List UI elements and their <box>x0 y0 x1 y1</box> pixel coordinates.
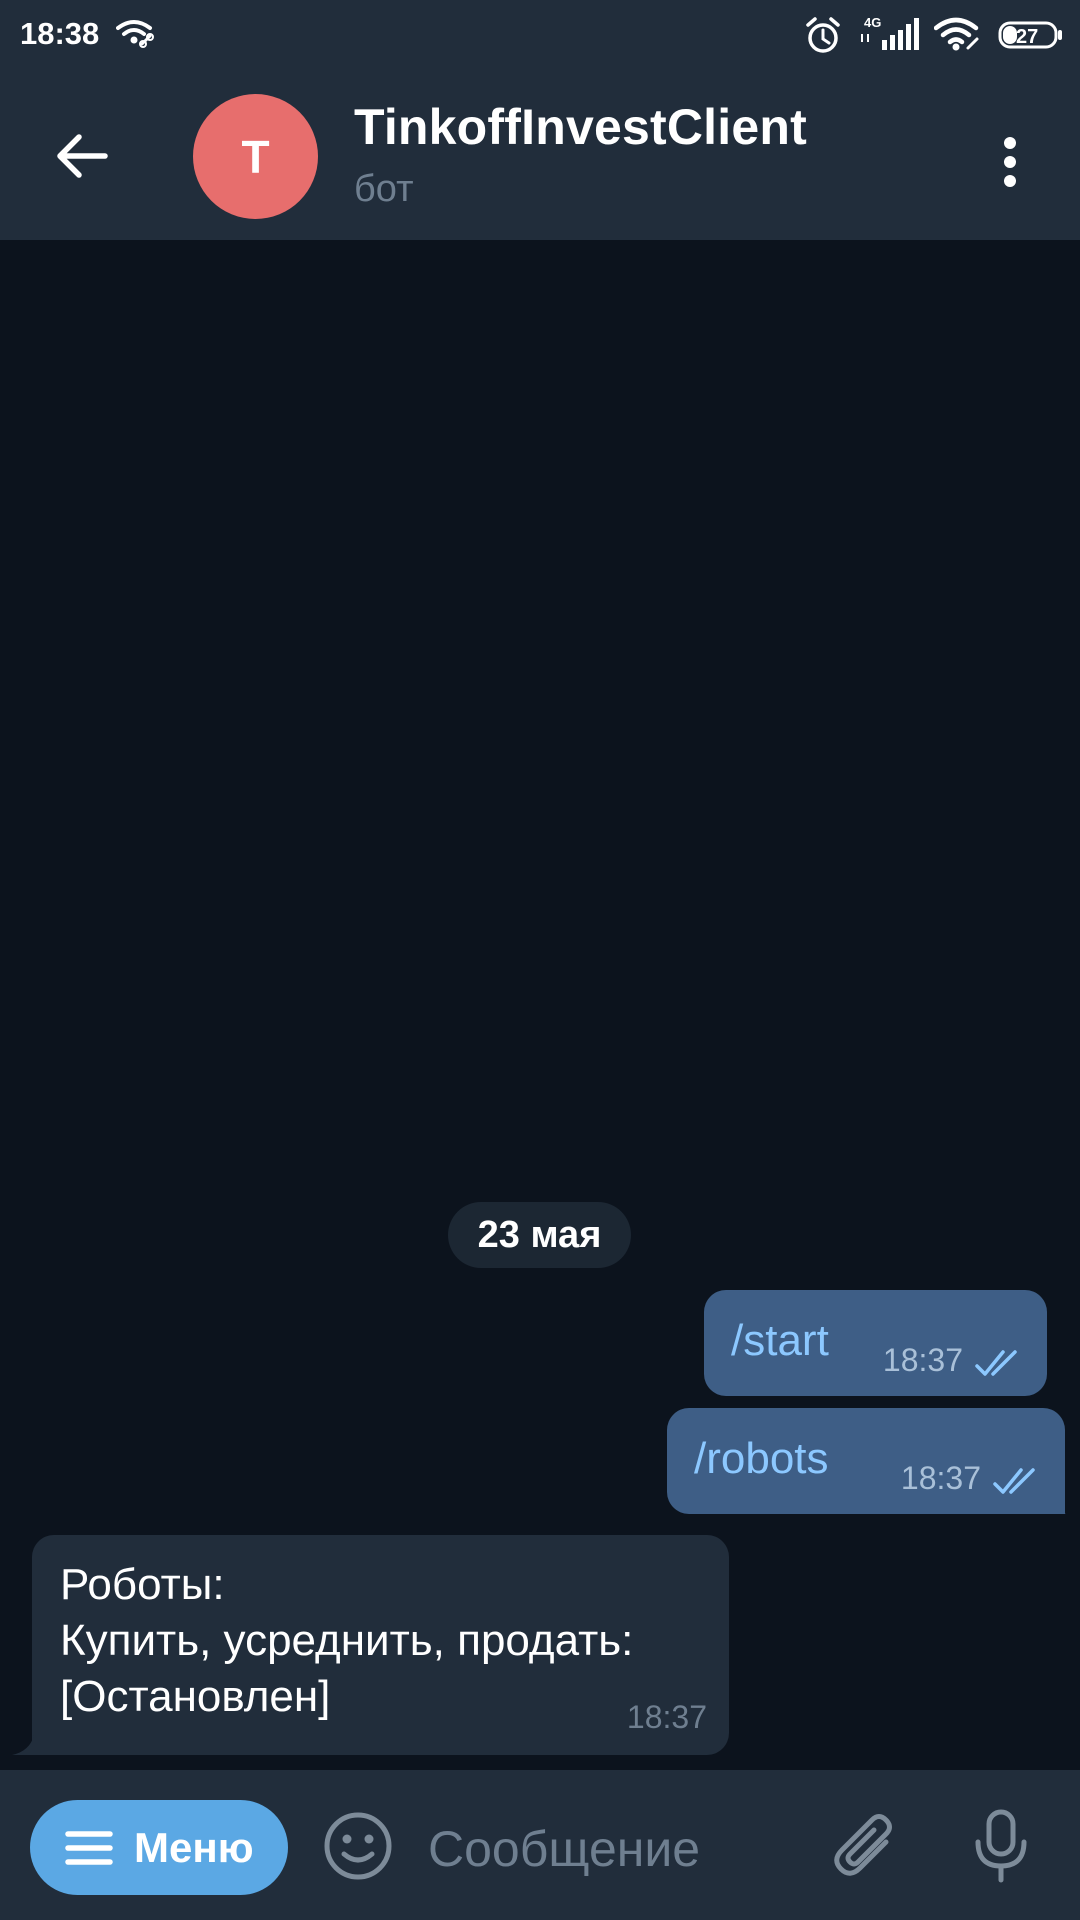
attach-button[interactable] <box>830 1808 900 1889</box>
message-time: 18:37 <box>882 1342 963 1378</box>
message-time: 18:37 <box>900 1460 981 1496</box>
bot-menu-button[interactable]: Меню <box>30 1800 288 1895</box>
chat-subtitle: бот <box>354 168 414 210</box>
message-text: /start <box>731 1316 829 1365</box>
more-vertical-icon <box>1004 137 1016 187</box>
message-line: Купить, усреднить, продать: <box>60 1616 634 1665</box>
alarm-icon <box>803 16 843 61</box>
battery-icon: 27 <box>998 20 1064 55</box>
avatar[interactable]: T <box>193 94 318 219</box>
microphone-icon <box>975 1809 1027 1883</box>
chat-header: T TinkoffInvestClient бот <box>0 72 1080 240</box>
microphone-button[interactable] <box>970 1808 1032 1889</box>
smile-icon <box>324 1812 392 1880</box>
paperclip-icon <box>834 1814 892 1876</box>
date-separator: 23 мая <box>448 1202 631 1268</box>
message-time: 18:37 <box>626 1699 707 1735</box>
incoming-message[interactable]: Роботы: Купить, усреднить, продать: [Ост… <box>32 1535 729 1755</box>
chat-title[interactable]: TinkoffInvestClient <box>354 98 807 156</box>
back-button[interactable] <box>40 114 124 198</box>
message-line: [Остановлен] <box>60 1672 331 1721</box>
arrow-left-icon <box>57 134 108 178</box>
outgoing-message[interactable]: /robots 18:37 <box>667 1408 1065 1514</box>
message-input[interactable] <box>428 1816 788 1882</box>
svg-text:27: 27 <box>1016 26 1038 48</box>
status-time: 18:38 <box>20 16 100 51</box>
outgoing-message[interactable]: /start 18:37 <box>704 1290 1047 1396</box>
wifi-icon <box>933 16 984 57</box>
more-options-button[interactable] <box>980 122 1040 202</box>
double-check-icon <box>975 1348 1027 1383</box>
bubble-tail <box>1046 1478 1066 1514</box>
bubble-tail <box>12 1735 34 1755</box>
status-bar: 18:38 4G 27 <box>0 0 1080 72</box>
svg-text:4G: 4G <box>864 15 881 30</box>
signal-icon: 4G <box>860 14 922 59</box>
emoji-button[interactable] <box>322 1810 394 1887</box>
double-check-icon <box>993 1466 1045 1501</box>
input-bar: Меню <box>0 1770 1080 1920</box>
message-text: /robots <box>694 1434 829 1483</box>
menu-icon <box>65 1830 113 1865</box>
wifi-link-icon <box>116 18 156 55</box>
menu-label: Меню <box>134 1823 254 1871</box>
message-line: Роботы: <box>60 1560 225 1609</box>
